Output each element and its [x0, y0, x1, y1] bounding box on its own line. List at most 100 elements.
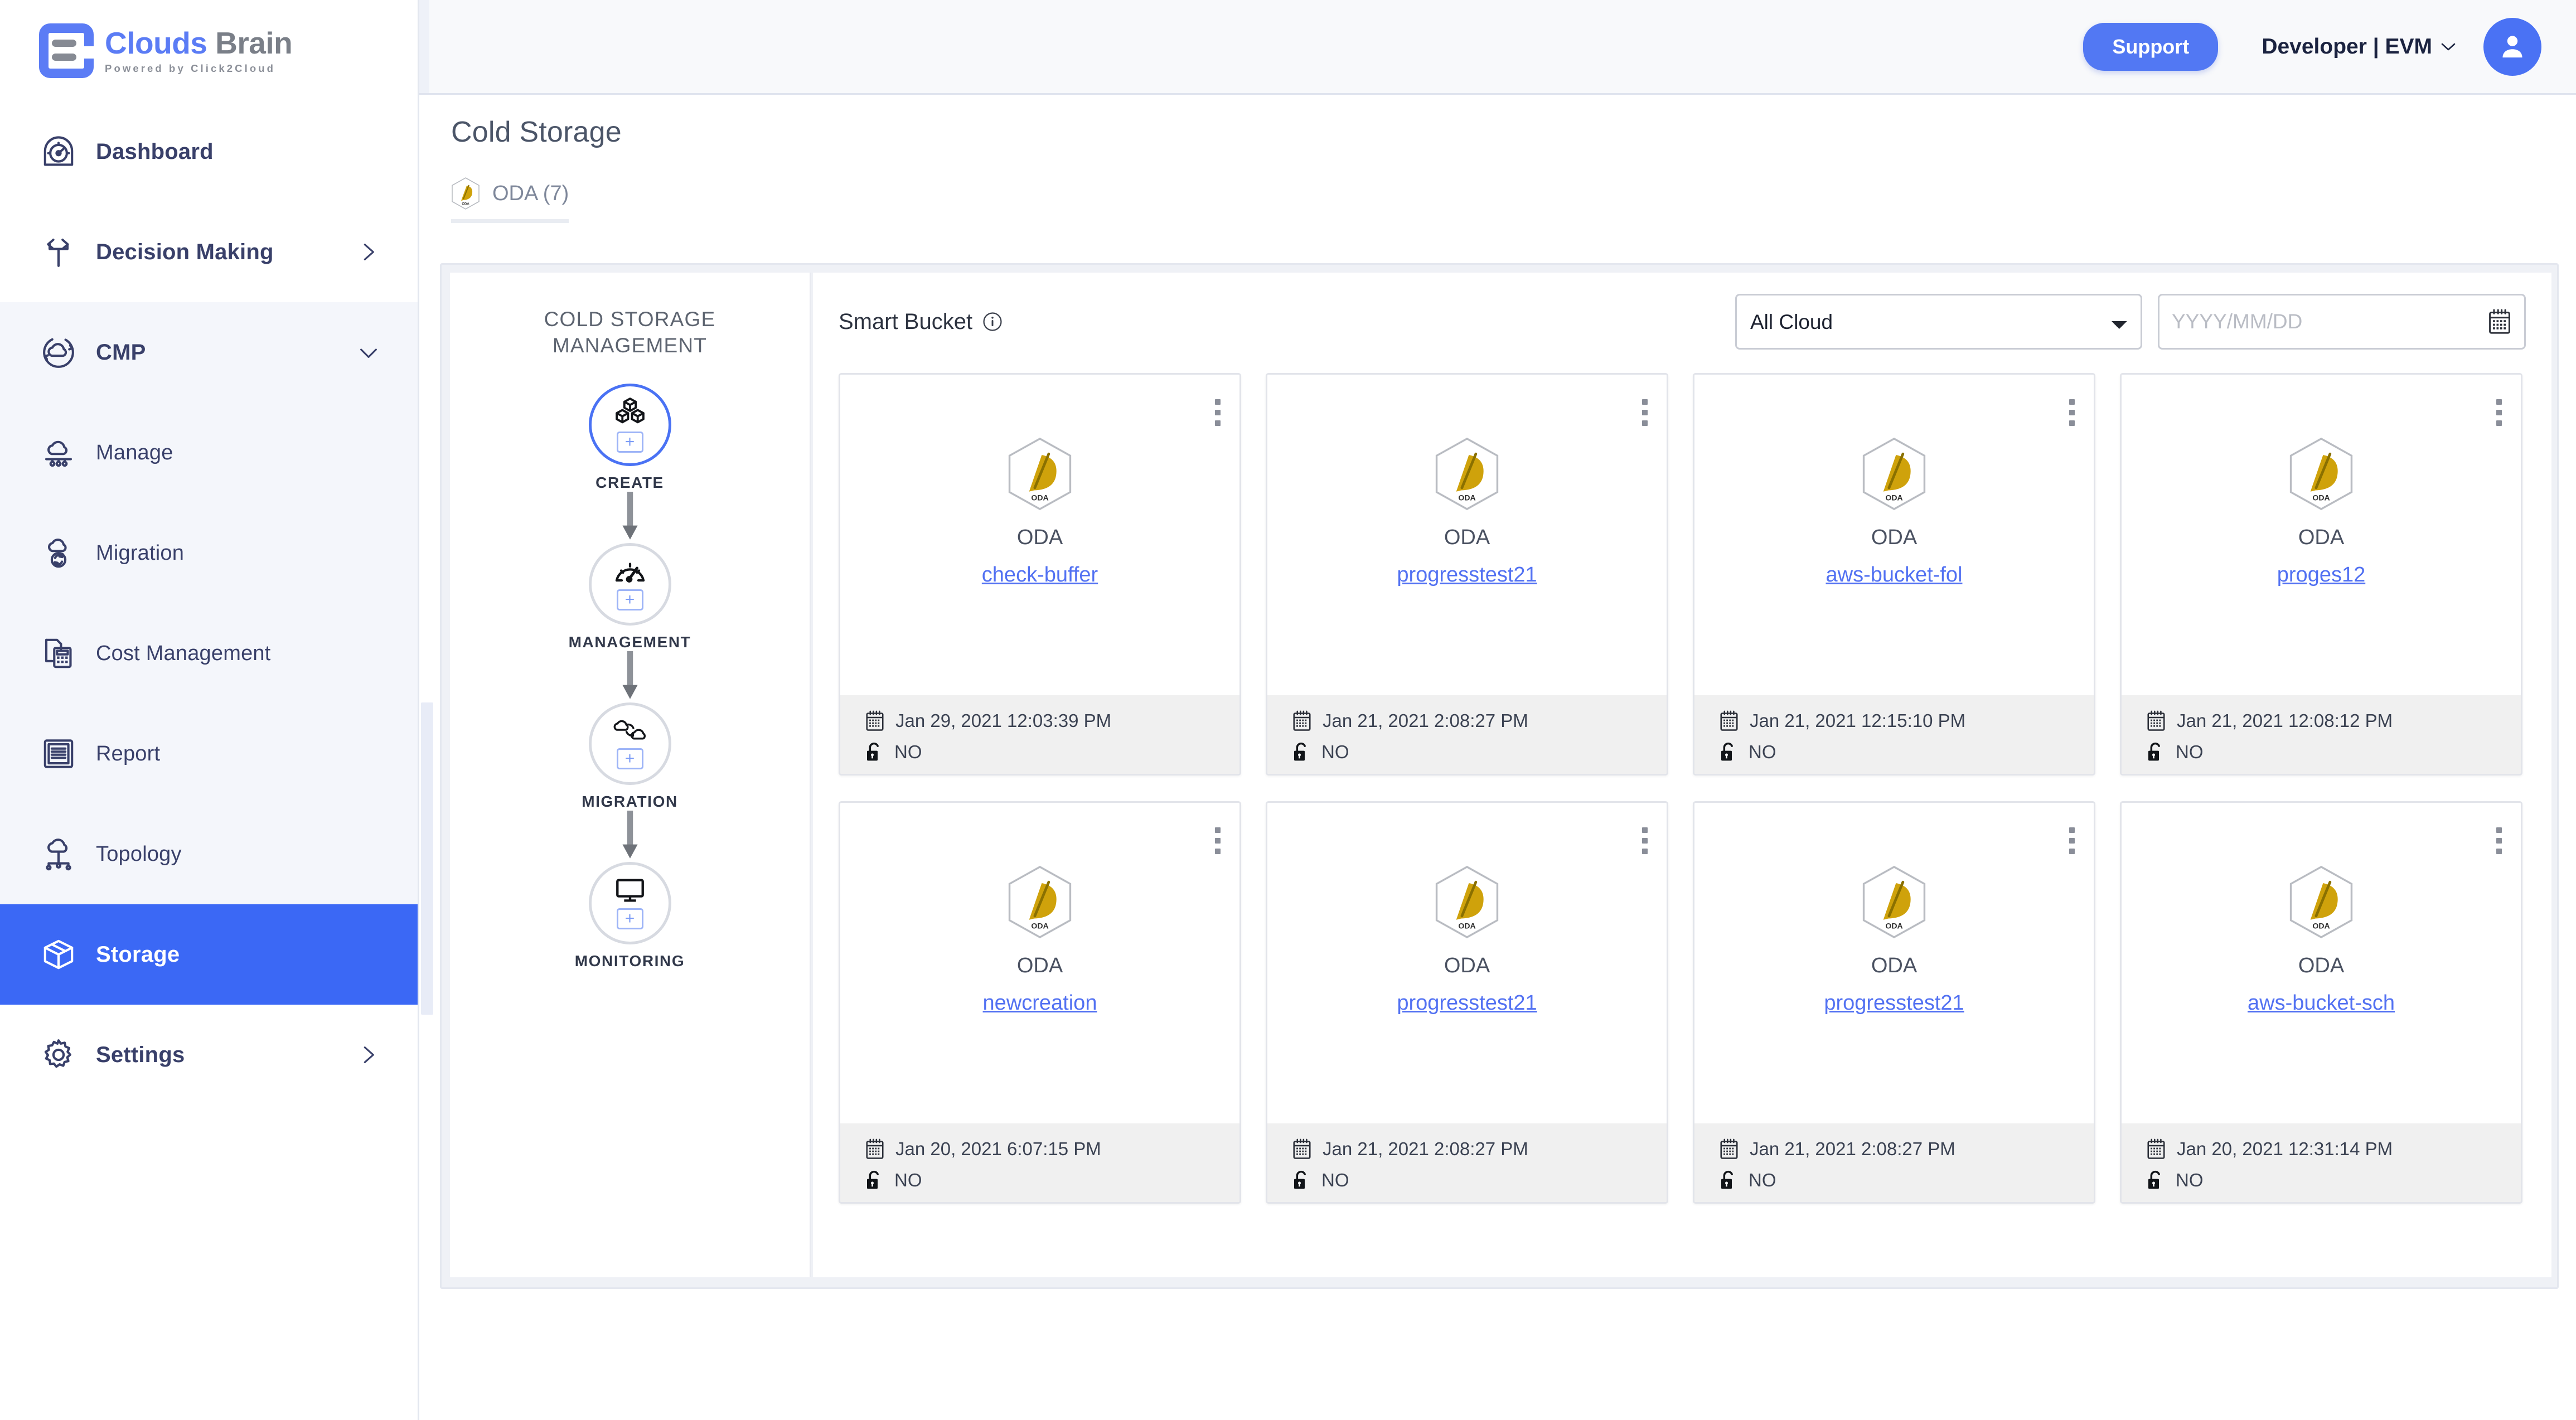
flow-step-circle[interactable]: + — [588, 542, 671, 626]
sidebar-item-cost management[interactable]: Cost Management — [0, 603, 418, 704]
svg-text:ODA: ODA — [1885, 922, 1902, 930]
sidebar-item-manage[interactable]: Manage — [0, 403, 418, 503]
flow-step-add-button[interactable]: + — [616, 908, 643, 930]
card-bucket-link[interactable]: progresstest21 — [1824, 991, 1964, 1015]
bucket-card[interactable]: ODA ODA progresstest21 Jan 21, 2021 2:08… — [1693, 801, 2095, 1204]
smart-bucket-header: Smart Bucket All Cloud — [839, 294, 2526, 350]
sidebar-item-decision making[interactable]: Decision Making — [0, 202, 418, 302]
flow-step-add-button[interactable]: + — [616, 748, 643, 770]
brand-title: Clouds Brain — [105, 25, 293, 60]
calendar-icon[interactable] — [2487, 308, 2512, 335]
flow-step-add-button[interactable]: + — [616, 589, 643, 611]
date-filter-input[interactable] — [2172, 310, 2487, 333]
sidebar-item-dashboard[interactable]: Dashboard — [0, 101, 418, 202]
flow-arrow-icon — [450, 651, 810, 702]
flow-step-circle[interactable]: + — [588, 861, 671, 944]
cubes-icon — [613, 396, 647, 430]
content-scrollbar-thumb[interactable] — [421, 702, 433, 1015]
topology-icon — [38, 836, 79, 873]
card-more-options-icon[interactable] — [2496, 399, 2502, 426]
bucket-card[interactable]: ODA ODA check-buffer Jan 29, 2021 12:03:… — [839, 373, 1241, 776]
card-lock-label: NO — [2176, 1170, 2204, 1190]
sidebar-item-migration[interactable]: Migration — [0, 503, 418, 603]
flow-step-monitoring[interactable]: + MONITORING — [450, 861, 810, 970]
card-bucket-link[interactable]: check-buffer — [982, 563, 1098, 587]
card-more-options-icon[interactable] — [2069, 399, 2075, 426]
card-body: ODA ODA aws-bucket-fol — [1694, 375, 2094, 697]
sidebar-item-settings[interactable]: Settings — [0, 1005, 418, 1105]
card-more-options-icon[interactable] — [2496, 827, 2502, 854]
card-bucket-link[interactable]: progresstest21 — [1397, 563, 1537, 587]
avatar[interactable] — [2483, 17, 2541, 76]
card-more-options-icon[interactable] — [2069, 827, 2075, 854]
cloud-filter-select[interactable]: All Cloud — [1735, 294, 2142, 350]
support-button[interactable]: Support — [2083, 22, 2219, 71]
unlock-icon — [867, 1170, 879, 1189]
unlock-icon — [1721, 1170, 1733, 1189]
tab-oda-label: ODA (7) — [492, 181, 569, 205]
bucket-card[interactable]: ODA ODA newcreation Jan 20, 2021 6:07:15… — [839, 801, 1241, 1204]
chevron-right-icon[interactable] — [357, 1044, 380, 1066]
chevron-down-icon[interactable] — [357, 341, 380, 364]
bucket-card[interactable]: ODA ODA progresstest21 Jan 21, 2021 2:08… — [1266, 801, 1668, 1204]
user-menu-label: Developer | EVM — [2262, 34, 2432, 59]
card-more-options-icon[interactable] — [1642, 827, 1648, 854]
info-circle-icon[interactable] — [982, 312, 1003, 332]
user-icon — [2502, 35, 2522, 57]
card-bucket-link[interactable]: progresstest21 — [1397, 991, 1537, 1015]
header-left-spacer — [419, 0, 429, 93]
chevron-down-icon — [2441, 43, 2456, 50]
flow-step-add-button[interactable]: + — [616, 432, 643, 453]
sidebar-item-storage[interactable]: Storage — [0, 904, 418, 1005]
card-bucket-link[interactable]: newcreation — [983, 991, 1097, 1015]
gauge-icon — [613, 558, 647, 588]
bucket-card[interactable]: ODA ODA proges12 Jan 21, 2021 12:08:12 P… — [2120, 373, 2522, 776]
card-more-options-icon[interactable] — [1642, 399, 1648, 426]
bucket-card[interactable]: ODA ODA aws-bucket-sch Jan 20, 2021 12:3… — [2120, 801, 2522, 1204]
card-date-label: Jan 21, 2021 2:08:27 PM — [1323, 1138, 1528, 1159]
sidebar-item-report[interactable]: Report — [0, 704, 418, 804]
card-date-row: Jan 21, 2021 2:08:27 PM — [1292, 710, 1667, 732]
svg-text:ODA: ODA — [1458, 922, 1475, 930]
card-lock-label: NO — [2176, 741, 2204, 762]
date-filter-field[interactable] — [2158, 294, 2526, 350]
card-provider-label: ODA — [2298, 954, 2345, 977]
card-provider-label: ODA — [2298, 526, 2345, 549]
flow-step-create[interactable]: + CREATE — [450, 383, 810, 492]
sidebar-item-topology[interactable]: Topology — [0, 804, 418, 904]
card-date-row: Jan 20, 2021 12:31:14 PM — [2146, 1138, 2521, 1160]
brand-logo[interactable]: Clouds Brain Powered by Click2Cloud — [0, 0, 418, 101]
card-bucket-link[interactable]: proges12 — [2277, 563, 2365, 587]
cost-calculator-icon — [38, 635, 79, 672]
card-more-options-icon[interactable] — [1215, 827, 1221, 854]
cold-storage-flow-panel: COLD STORAGE MANAGEMENT + CREATE + MANAG… — [450, 273, 811, 1277]
cold-storage-panel: COLD STORAGE MANAGEMENT + CREATE + MANAG… — [440, 263, 2559, 1289]
card-bucket-link[interactable]: aws-bucket-sch — [2248, 991, 2395, 1015]
flow-step-circle[interactable]: + — [588, 383, 671, 466]
content-scrollbar[interactable] — [421, 95, 433, 1420]
tab-oda[interactable]: ODA ODA (7) — [451, 177, 569, 223]
flow-step-migration[interactable]: + MIGRATION — [450, 702, 810, 811]
flow-step-circle[interactable]: + — [588, 702, 671, 785]
card-lock-label: NO — [894, 1170, 922, 1190]
dashboard-gauge-icon — [38, 133, 79, 170]
card-more-options-icon[interactable] — [1215, 399, 1221, 426]
unlock-icon — [867, 742, 879, 761]
chevron-right-icon[interactable] — [357, 241, 380, 263]
card-lock-label: NO — [1321, 1170, 1349, 1190]
card-date-row: Jan 20, 2021 6:07:15 PM — [865, 1138, 1239, 1160]
bucket-card[interactable]: ODA ODA progresstest21 Jan 21, 2021 2:08… — [1266, 373, 1668, 776]
brand-title-part1: Clouds — [105, 25, 207, 60]
bucket-card[interactable]: ODA ODA aws-bucket-fol Jan 21, 2021 12:1… — [1693, 373, 2095, 776]
user-menu[interactable]: Developer | EVM — [2262, 35, 2456, 59]
oda-hexagon-logo-icon: ODA — [1435, 865, 1499, 939]
sidebar-item-cmp[interactable]: CMP — [0, 302, 418, 403]
card-lock-row: NO — [2146, 1169, 2521, 1191]
card-provider-label: ODA — [1871, 954, 1918, 977]
oda-hexagon-logo-icon: ODA — [1434, 865, 1500, 942]
flow-step-management[interactable]: + MANAGEMENT — [450, 542, 810, 651]
card-bucket-link[interactable]: aws-bucket-fol — [1826, 563, 1963, 587]
calendar-icon — [1293, 710, 1311, 731]
card-body: ODA ODA aws-bucket-sch — [2122, 803, 2521, 1125]
flow-panel-title: COLD STORAGE MANAGEMENT — [450, 306, 810, 359]
